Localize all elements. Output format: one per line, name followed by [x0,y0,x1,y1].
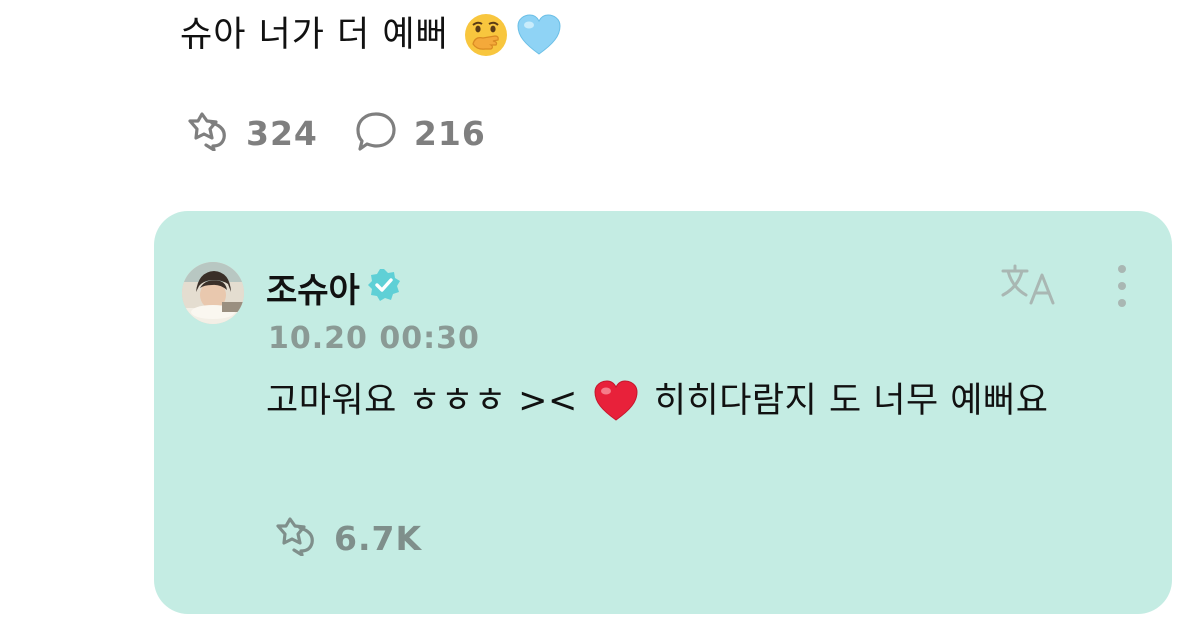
post-like-button[interactable]: 324 [180,111,318,155]
author-name[interactable]: 조슈아 [266,263,360,312]
verified-badge-icon [366,267,402,307]
avatar[interactable] [182,262,244,324]
more-options-button[interactable] [1112,263,1132,309]
post-comment-button[interactable]: 216 [354,110,486,156]
reply-like-button[interactable]: 6.7K [268,516,422,560]
reply-text-start: 고마워요 ㅎㅎㅎ >< [266,381,578,421]
post-text: 슈아 너가 더 예뻐 [180,15,449,55]
post-comment-count: 216 [413,113,486,153]
reply-actions: 6.7K [268,515,422,561]
comment-bubble-icon [354,110,398,156]
post-like-count: 324 [246,113,318,153]
more-vertical-icon [1112,265,1132,313]
reply-message: 고마워요 ㅎㅎㅎ >< 히히다람지 도 너무 예뻐요 [266,375,1048,427]
translate-button[interactable] [1000,263,1058,307]
star-bubble-icon [268,516,318,560]
post-message: 슈아 너가 더 예뻐 [180,10,563,60]
post-actions: 324 216 [180,110,486,156]
translate-icon [1000,264,1058,311]
reply-timestamp: 10.20 00:30 [268,321,480,356]
fan-message-thread: 슈아 너가 더 예뻐 324 216 조슈아 10.20 00:30 고마워요 … [0,0,1200,637]
star-bubble-icon [180,111,230,155]
reply-like-count: 6.7K [334,518,423,558]
red-heart-emoji-icon [592,378,640,424]
light-blue-heart-emoji-icon [515,12,563,58]
author-row: 조슈아 [266,263,402,312]
artist-reply-card: 조슈아 10.20 00:30 고마워요 ㅎㅎㅎ >< 히히다람지 도 너무 예… [154,211,1172,614]
hand-over-mouth-emoji-icon [463,12,509,58]
reply-text-end: 히히다람지 도 너무 예뻐요 [653,381,1049,421]
